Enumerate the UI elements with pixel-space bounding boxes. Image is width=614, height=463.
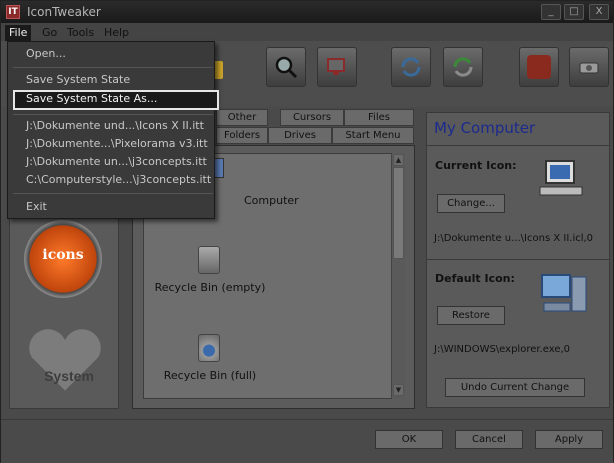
refresh-blue-icon [401,57,421,77]
menu-separator [13,67,213,68]
recent-file-2[interactable]: J:\Dokumente...\Pixelorama v3.itt [26,137,208,150]
cancel-button[interactable]: Cancel [455,430,523,449]
divider [427,259,609,260]
recent-file-4[interactable]: C:\Computerstyle...\j3concepts.itt [26,173,211,186]
tab-folders[interactable]: Folders [216,127,268,144]
list-item-recycle-full[interactable]: Recycle Bin (full) [140,369,280,382]
toolbar-search-button[interactable] [266,47,306,87]
recycle-bin-full-icon [198,334,220,362]
recent-file-3[interactable]: J:\Dokumente un...\j3concepts.itt [26,155,207,168]
recent-file-1[interactable]: J:\Dokumente und...\Icons X II.itt [26,119,204,132]
toolbar-refresh-button[interactable] [391,47,431,87]
menu-item-save-state-as[interactable]: Save System State As... [26,92,157,105]
magnifier-icon [275,56,298,79]
restore-button[interactable]: Restore [437,306,505,325]
menu-help[interactable]: Help [100,25,133,41]
current-icon-label: Current Icon: [435,159,517,172]
window-title: IconTweaker [27,5,101,19]
toolbar-reload-button[interactable] [443,47,483,87]
scroll-up-icon[interactable]: ▲ [393,154,404,166]
file-menu-dropdown: Open... Save System State Save System St… [7,41,219,219]
menu-bar: File Go Tools Help [1,23,613,41]
ok-button[interactable]: OK [375,430,443,449]
selected-item-title: My Computer [434,119,536,137]
system-category-button[interactable]: System [23,326,107,396]
scroll-thumb[interactable] [393,167,404,259]
list-item-recycle-empty[interactable]: Recycle Bin (empty) [140,281,280,294]
tab-drives[interactable]: Drives [268,127,332,144]
menu-item-save-state[interactable]: Save System State [26,73,130,86]
title-bar: IT IconTweaker _ □ X [1,1,613,23]
category-tabs: Other Cursors Files Folders Drives Start… [216,109,414,145]
monitor-icon [327,58,345,75]
menu-separator [13,193,213,194]
dialog-button-bar: OK Cancel Apply [1,419,613,463]
toolbar-drive-button[interactable] [569,47,609,87]
app-window: IT IconTweaker _ □ X File Go Tools Help [0,0,614,463]
scroll-down-icon[interactable]: ▼ [393,384,404,396]
tab-other[interactable]: Other [216,109,268,126]
menu-item-open[interactable]: Open... [26,47,66,60]
app-logo-icon: IT [6,5,20,19]
folder-icon [527,55,551,79]
menu-item-exit[interactable]: Exit [26,200,47,213]
maximize-button[interactable]: □ [564,4,584,20]
change-button[interactable]: Change... [437,194,505,213]
undo-change-button[interactable]: Undo Current Change [445,378,585,397]
apply-button[interactable]: Apply [535,430,603,449]
toolbar-folder-button[interactable] [519,47,559,87]
tab-cursors[interactable]: Cursors [280,109,344,126]
menu-tools[interactable]: Tools [63,25,98,41]
recycle-bin-empty-icon [198,246,220,274]
tab-files[interactable]: Files [344,109,414,126]
default-icon-path: J:\WINDOWS\explorer.exe,0 [434,344,571,355]
icons-category-button[interactable]: icons [24,220,102,298]
toolbar-monitor-button[interactable] [317,47,357,87]
default-computer-icon [541,274,587,312]
list-scrollbar[interactable]: ▲ ▼ [391,153,405,399]
drive-icon [579,62,599,74]
menu-separator [13,114,213,115]
minimize-button[interactable]: _ [541,4,561,20]
menu-file[interactable]: File [5,25,32,41]
tab-start-menu[interactable]: Start Menu [332,127,414,144]
refresh-green-icon [453,57,473,77]
icon-details-panel [426,112,610,408]
divider [427,145,609,146]
menu-go[interactable]: Go [38,25,61,41]
heart-label: System [44,368,94,384]
current-icon-path: J:\Dokumente u...\Icons X II.icl,0 [434,233,594,244]
icons-badge-label: icons [42,247,84,263]
close-button[interactable]: X [589,4,609,20]
default-icon-label: Default Icon: [435,272,515,285]
computer-icon [539,160,583,196]
